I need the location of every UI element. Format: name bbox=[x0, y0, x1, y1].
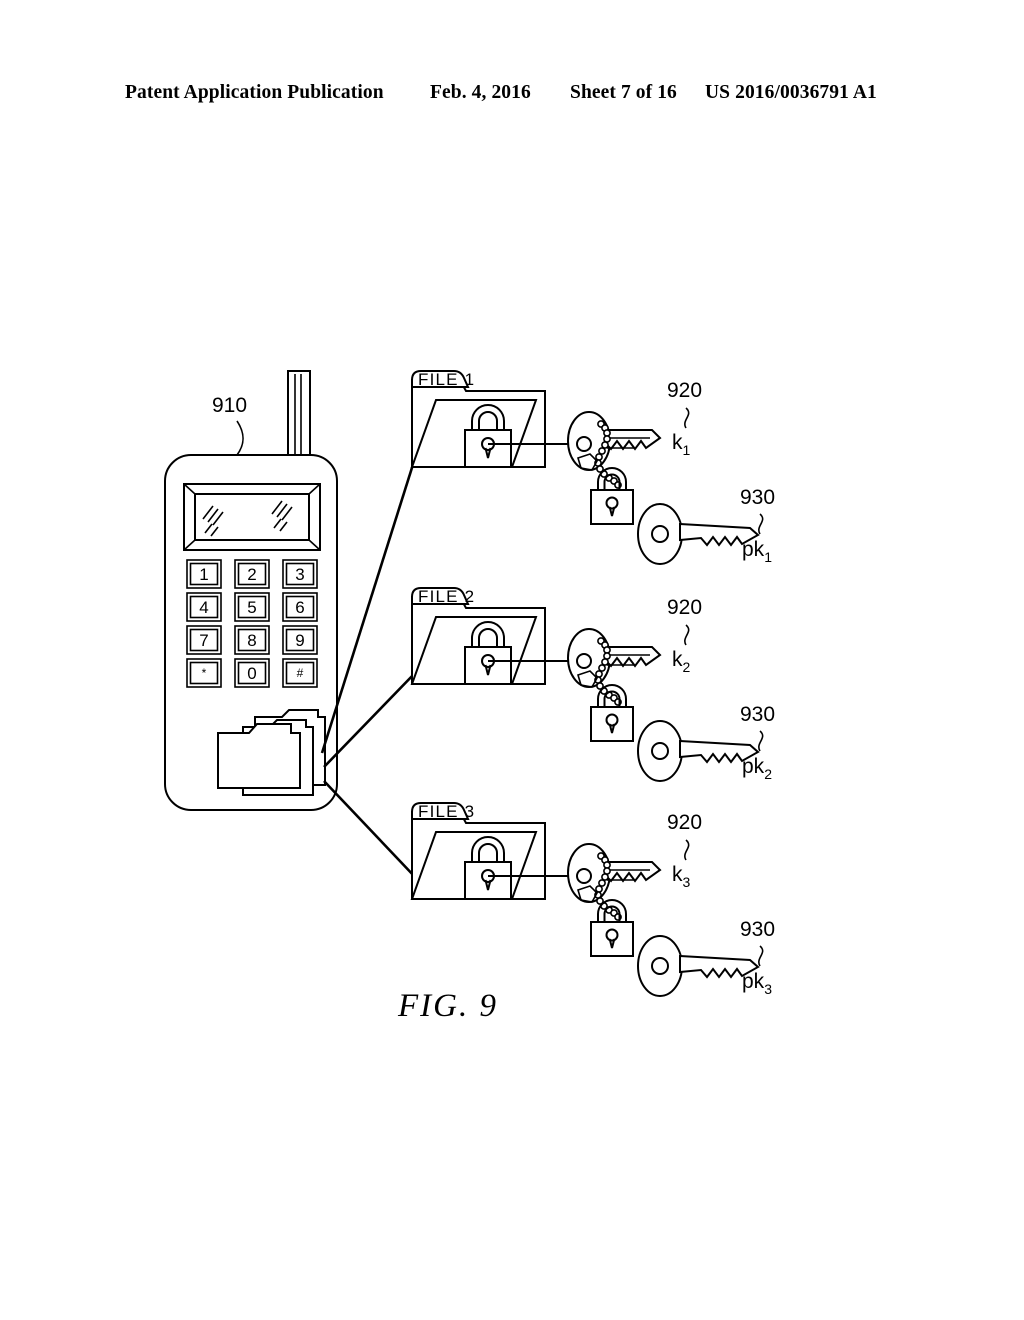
file-key-group: FILE 2 920 k2 930 pk2 bbox=[410, 587, 775, 782]
mobile-device[interactable]: 1 2 3 4 5 6 7 8 9 * 0 # 910 bbox=[164, 370, 338, 811]
keypad-key-6[interactable]: 6 bbox=[282, 592, 318, 622]
public-key-icon bbox=[637, 935, 759, 997]
keypad-key-label: 3 bbox=[295, 565, 304, 584]
public-key-assembly[interactable]: 930 pk2 bbox=[637, 703, 775, 782]
keypad-key-label: 8 bbox=[247, 631, 256, 650]
public-key-icon bbox=[637, 720, 759, 782]
keypad-key-3[interactable]: 3 bbox=[282, 559, 318, 589]
keypad-key-7[interactable]: 7 bbox=[186, 625, 222, 655]
public-key-label: pk2 bbox=[742, 755, 772, 782]
private-key-assembly[interactable] bbox=[567, 843, 662, 957]
keypad-key-label: 1 bbox=[199, 565, 208, 584]
folder-label: FILE 1 bbox=[418, 370, 475, 389]
figure-caption: FIG. 9 bbox=[398, 988, 498, 1024]
public-key-label: pk3 bbox=[742, 970, 772, 997]
file-key-group: FILE 3 920 k3 930 pk3 bbox=[410, 802, 775, 997]
public-key-ref-label: 930 bbox=[740, 918, 775, 941]
private-key-assembly[interactable] bbox=[567, 411, 662, 525]
keypad-key-8[interactable]: 8 bbox=[234, 625, 270, 655]
folder-3[interactable]: FILE 3 bbox=[410, 802, 546, 900]
keypad-key-label: 6 bbox=[295, 598, 304, 617]
private-key-ref-leader bbox=[684, 407, 690, 429]
folder-label: FILE 2 bbox=[418, 587, 475, 606]
private-key-label: k1 bbox=[672, 431, 691, 458]
keypad-key-label: 9 bbox=[295, 631, 304, 650]
keypad-key-label: 7 bbox=[199, 631, 208, 650]
keypad-key-9[interactable]: 9 bbox=[282, 625, 318, 655]
file-key-group: FILE 1 920 k1 930 pk1 bbox=[410, 370, 775, 565]
figure-drawing: 1 2 3 4 5 6 7 8 9 * 0 # 910 FILE 1 920 k… bbox=[0, 0, 1024, 1320]
folder-1[interactable]: FILE 1 bbox=[410, 370, 546, 468]
phone-screen bbox=[183, 483, 321, 551]
public-key-ref-leader bbox=[758, 945, 764, 967]
keypad-key-label: * bbox=[202, 666, 207, 680]
device-ref-label: 910 bbox=[212, 394, 247, 417]
public-key-assembly[interactable]: 930 pk1 bbox=[637, 486, 775, 565]
folder-2[interactable]: FILE 2 bbox=[410, 587, 546, 685]
file-key-groups: FILE 1 920 k1 930 pk1 FILE 2 920 k2 930 pk2 FILE 3… bbox=[410, 370, 775, 997]
private-key-assembly[interactable] bbox=[567, 628, 662, 742]
keypad-key-label: 4 bbox=[199, 598, 208, 617]
public-key-ref-label: 930 bbox=[740, 486, 775, 509]
keypad-key-hash[interactable]: # bbox=[282, 658, 318, 688]
keypad-key-label: # bbox=[297, 666, 304, 680]
keypad-key-2[interactable]: 2 bbox=[234, 559, 270, 589]
public-key-ref-leader bbox=[758, 513, 764, 535]
private-key-label: k2 bbox=[672, 648, 691, 675]
device-ref-leader bbox=[236, 420, 244, 456]
keypad-key-label: 0 bbox=[247, 664, 256, 683]
private-key-ref-label: 920 bbox=[667, 379, 702, 402]
public-key-icon bbox=[637, 503, 759, 565]
public-key-ref-leader bbox=[758, 730, 764, 752]
public-key-label: pk1 bbox=[742, 538, 772, 565]
antenna bbox=[287, 370, 311, 467]
keypad-key-label: 5 bbox=[247, 598, 256, 617]
private-key-ref-label: 920 bbox=[667, 811, 702, 834]
patent-drawing-page: Patent Application Publication Feb. 4, 2… bbox=[0, 0, 1024, 1320]
public-key-ref-label: 930 bbox=[740, 703, 775, 726]
keypad-key-4[interactable]: 4 bbox=[186, 592, 222, 622]
keypad-key-1[interactable]: 1 bbox=[186, 559, 222, 589]
private-key-label: k3 bbox=[672, 863, 691, 890]
keypad-key-star[interactable]: * bbox=[186, 658, 222, 688]
keypad-key-0[interactable]: 0 bbox=[234, 658, 270, 688]
folder-label: FILE 3 bbox=[418, 802, 475, 821]
keypad-key-label: 2 bbox=[247, 565, 256, 584]
private-key-ref-leader bbox=[684, 839, 690, 861]
private-key-ref-leader bbox=[684, 624, 690, 646]
private-key-ref-label: 920 bbox=[667, 596, 702, 619]
keypad-key-5[interactable]: 5 bbox=[234, 592, 270, 622]
public-key-assembly[interactable]: 930 pk3 bbox=[637, 918, 775, 997]
